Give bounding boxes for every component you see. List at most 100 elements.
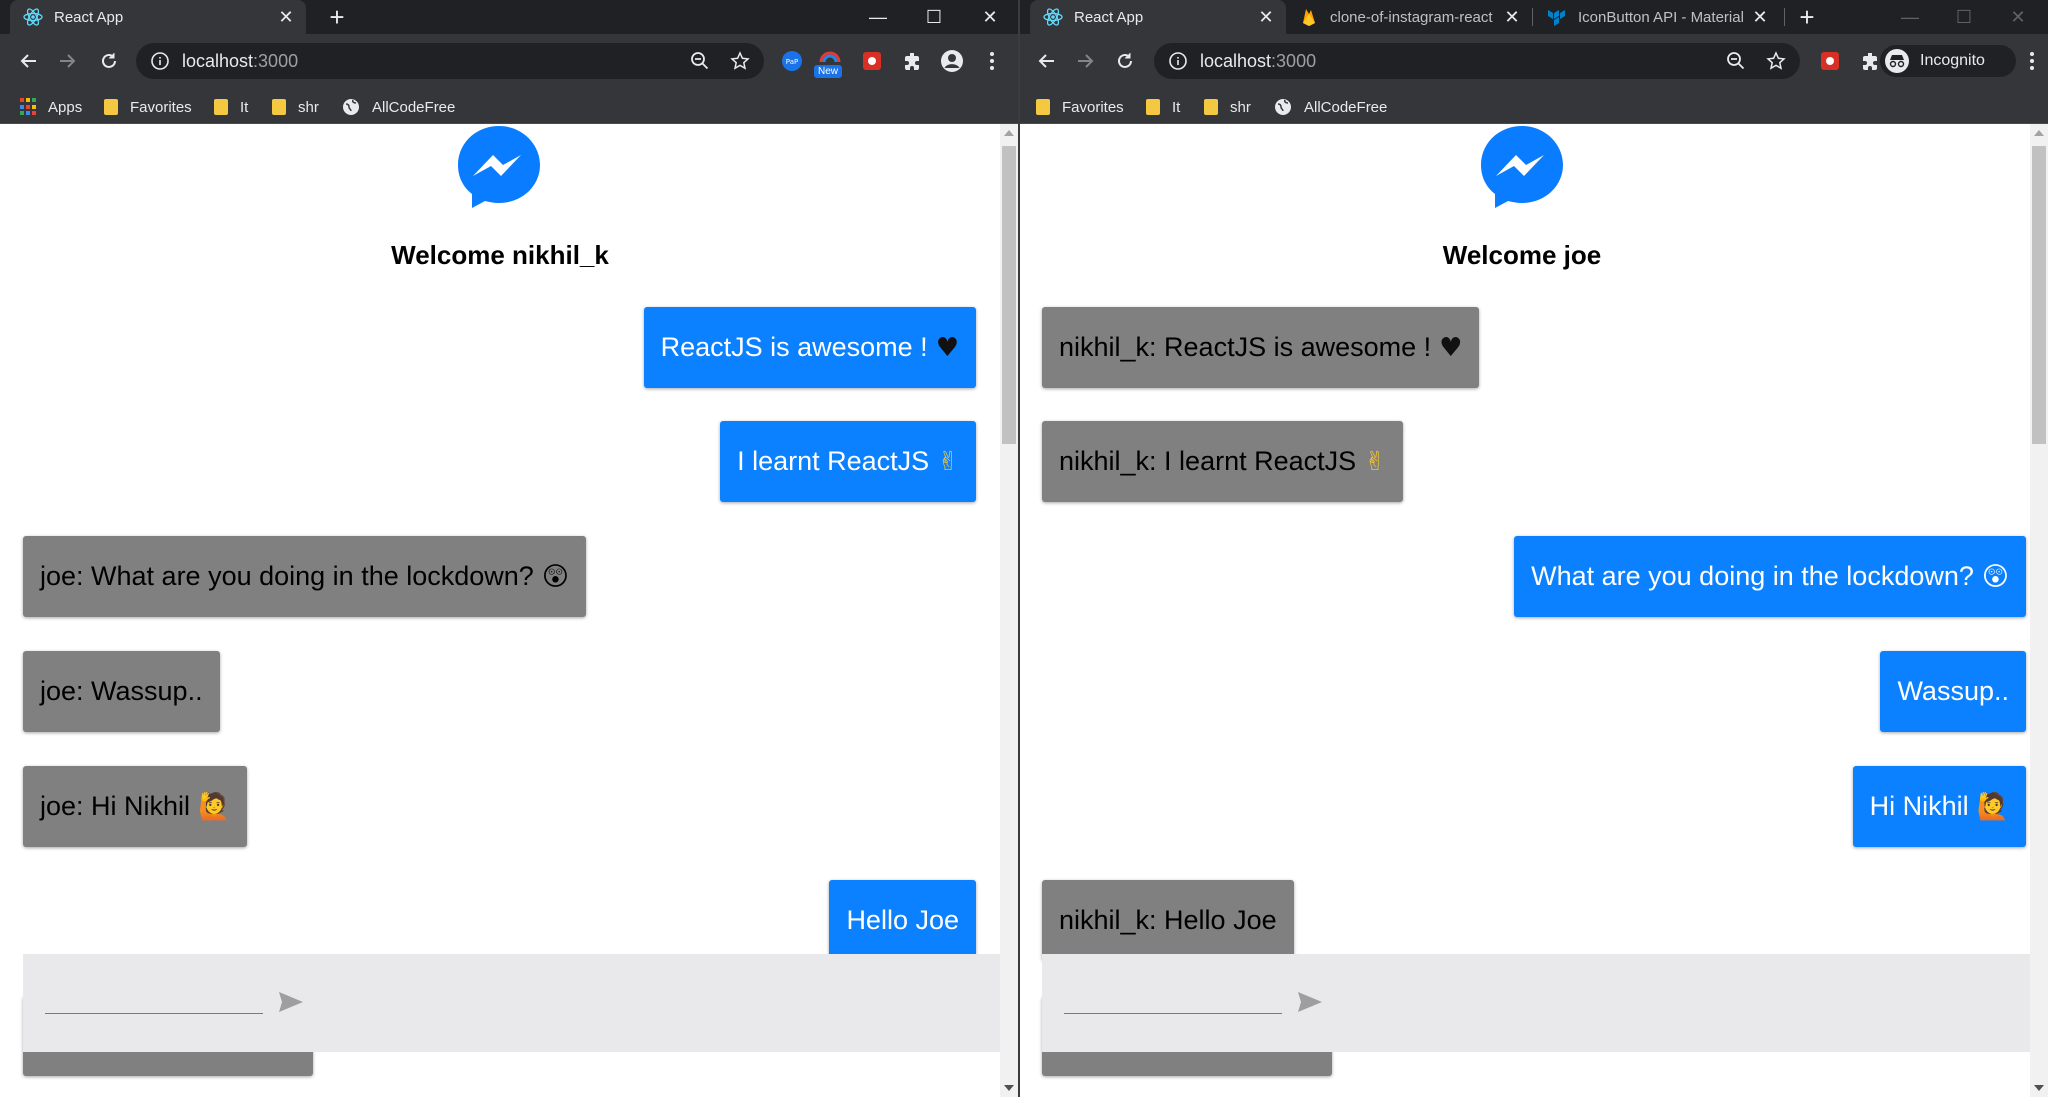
tab-react-app[interactable]: React App ✕: [10, 0, 306, 34]
menu-icon[interactable]: [2018, 47, 2046, 75]
message-bubble: What are you doing in the lockdown? 😲: [1514, 536, 2026, 617]
message-text: joe: What are you doing in the lockdown?: [40, 561, 534, 591]
address-bar[interactable]: localhost:3000: [1154, 43, 1800, 79]
extension-new-icon[interactable]: New: [814, 47, 844, 78]
extension-red-icon[interactable]: [1816, 47, 1844, 75]
close-tab-icon[interactable]: ✕: [1500, 5, 1524, 29]
url-port: :3000: [1271, 50, 1317, 71]
vertical-scrollbar[interactable]: [2030, 124, 2048, 1097]
address-bar[interactable]: localhost:3000: [136, 43, 764, 79]
reload-icon[interactable]: [1108, 44, 1142, 78]
minimize-button[interactable]: —: [850, 0, 906, 34]
message-input[interactable]: [1064, 984, 1282, 1014]
close-tab-icon[interactable]: ✕: [1748, 5, 1772, 29]
extension-red-icon[interactable]: [858, 47, 886, 75]
bookmarks-bar: Apps Favorites It shr AllCodeFree: [0, 88, 1018, 124]
bookmark-allcodefree[interactable]: AllCodeFree: [1274, 96, 1387, 118]
extension-dev-icon[interactable]: PaP: [778, 47, 806, 75]
message-text: nikhil_k: I learnt ReactJS: [1059, 446, 1357, 476]
folder-icon: [1146, 99, 1160, 115]
message-text: What are you doing in the lockdown?: [1531, 561, 1974, 591]
close-tab-icon[interactable]: ✕: [274, 5, 298, 29]
tab-title: React App: [1074, 8, 1144, 26]
back-icon[interactable]: [1030, 44, 1064, 78]
zoom-icon[interactable]: [1726, 43, 1746, 79]
messenger-logo-icon: [1481, 126, 1563, 208]
forward-icon[interactable]: [1068, 44, 1102, 78]
vertical-scrollbar[interactable]: [1000, 124, 1018, 1097]
star-icon[interactable]: [1766, 43, 1786, 79]
message-bubble: ReactJS is awesome ! ♥: [643, 307, 976, 388]
incognito-chip[interactable]: Incognito: [1880, 45, 2016, 77]
reload-icon[interactable]: [92, 44, 126, 78]
message-input[interactable]: [45, 984, 263, 1014]
extensions-icon[interactable]: [898, 47, 926, 75]
scroll-down-arrow-icon[interactable]: [2034, 1085, 2044, 1091]
close-window-button[interactable]: ✕: [962, 0, 1018, 34]
bookmark-allcodefree[interactable]: AllCodeFree: [342, 96, 455, 118]
tab-material-ui[interactable]: IconButton API - Material ✕: [1534, 0, 1780, 34]
folder-icon: [1204, 99, 1218, 115]
scroll-thumb[interactable]: [1002, 146, 1016, 444]
chat-page: Welcome joe nikhil_k: ReactJS is awesome…: [1020, 124, 2048, 1097]
scroll-up-arrow-icon[interactable]: [1004, 130, 1014, 136]
bookmark-shr[interactable]: shr: [272, 96, 319, 118]
message-text: nikhil_k: ReactJS is awesome !: [1059, 332, 1432, 362]
astonished-face-emoji-icon: 😲: [1981, 561, 2009, 592]
incognito-label: Incognito: [1920, 52, 1985, 69]
profile-icon[interactable]: [938, 47, 966, 75]
react-favicon-icon: [1042, 6, 1064, 28]
info-icon[interactable]: [150, 51, 170, 71]
scroll-down-arrow-icon[interactable]: [1004, 1085, 1014, 1091]
bookmark-label: It: [1172, 98, 1181, 116]
tab-firebase[interactable]: clone-of-instagram-react ✕: [1286, 0, 1532, 34]
heart-emoji-icon: ♥: [1439, 332, 1463, 363]
globe-icon: [1275, 99, 1291, 115]
bookmark-favorites[interactable]: Favorites: [1036, 96, 1124, 118]
svg-text:PaP: PaP: [786, 58, 798, 66]
incognito-icon: [1885, 49, 1909, 73]
maximize-button[interactable]: ☐: [906, 0, 962, 34]
bookmark-favorites[interactable]: Favorites: [104, 96, 192, 118]
scroll-thumb[interactable]: [2032, 146, 2046, 444]
zoom-icon[interactable]: [690, 43, 710, 79]
new-tab-button[interactable]: +: [1792, 2, 1822, 32]
send-icon[interactable]: [1296, 990, 1324, 1014]
new-tab-button[interactable]: +: [322, 2, 352, 32]
bookmark-shr[interactable]: shr: [1204, 96, 1251, 118]
folder-icon: [1036, 99, 1050, 115]
menu-icon[interactable]: [978, 47, 1006, 75]
minimize-button[interactable]: —: [1882, 0, 1938, 34]
forward-icon[interactable]: [50, 44, 84, 78]
bookmark-it[interactable]: It: [214, 96, 248, 118]
message-bubble: joe: Wassup..: [23, 651, 220, 732]
chat-page: Welcome nikhil_k ReactJS is awesome ! ♥ I…: [0, 124, 1018, 1097]
toolbar: localhost:3000 Incognito: [1020, 34, 2048, 88]
message-bubble: I learnt ReactJS ✌: [720, 421, 976, 502]
astonished-face-emoji-icon: 😲: [541, 561, 569, 592]
message-bubble: Hi Nikhil 🙋: [1852, 766, 2026, 847]
bookmark-label: Favorites: [1062, 98, 1124, 116]
url-port: :3000: [253, 50, 299, 71]
send-icon[interactable]: [277, 990, 305, 1014]
tab-title: React App: [54, 8, 124, 26]
browser-window-left: React App ✕ + — ☐ ✕ localhost:3000 PaP …: [0, 0, 1018, 1097]
tab-react-app[interactable]: React App ✕: [1030, 0, 1286, 34]
bookmark-label: Apps: [48, 98, 83, 116]
bookmark-apps[interactable]: Apps: [20, 96, 82, 118]
message-bubble: joe: Hi Nikhil 🙋: [23, 766, 248, 847]
bookmark-it[interactable]: It: [1146, 96, 1180, 118]
star-icon[interactable]: [730, 43, 750, 79]
scroll-up-arrow-icon[interactable]: [2034, 130, 2044, 136]
raising-hand-emoji-icon: 🙋: [198, 791, 231, 822]
close-tab-icon[interactable]: ✕: [1254, 5, 1278, 29]
url-host: localhost: [1200, 50, 1272, 71]
new-badge: New: [814, 65, 843, 78]
message-composer: [23, 954, 1000, 1052]
info-icon[interactable]: [1168, 51, 1188, 71]
folder-icon: [272, 99, 286, 115]
close-window-button[interactable]: ✕: [1990, 0, 2046, 34]
messenger-logo-icon: [458, 126, 540, 208]
maximize-button[interactable]: ☐: [1936, 0, 1992, 34]
back-icon[interactable]: [12, 44, 46, 78]
